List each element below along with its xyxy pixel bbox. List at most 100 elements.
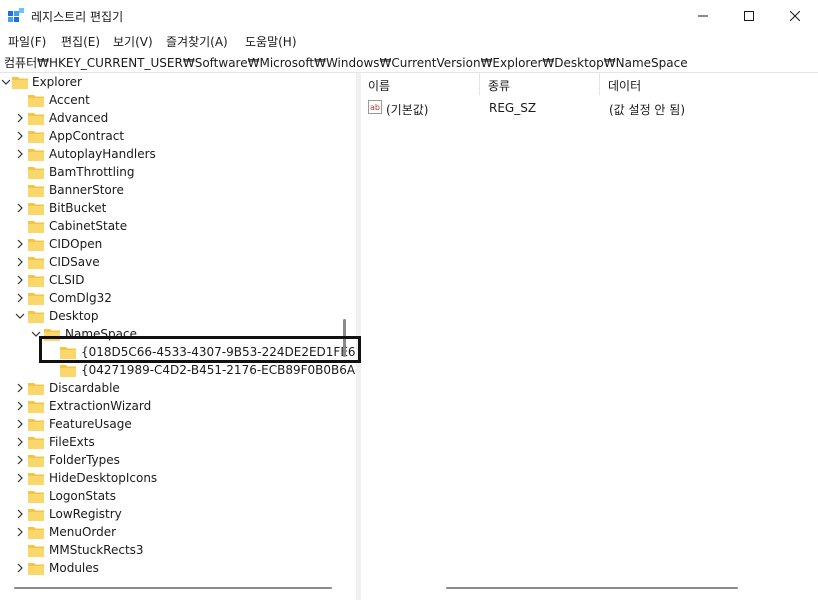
list-horizontal-scrollbar[interactable]: [446, 587, 738, 589]
tree-item-bitbucket[interactable]: BitBucket: [0, 199, 340, 217]
chevron-right-icon[interactable]: [15, 383, 25, 393]
chevron-right-icon[interactable]: [15, 527, 25, 537]
tree-item-logonstats[interactable]: LogonStats: [0, 487, 340, 505]
chevron-right-icon[interactable]: [15, 419, 25, 429]
tree-item-label: CIDOpen: [49, 237, 103, 251]
minimize-button[interactable]: [680, 0, 726, 32]
tree-item-lowregistry[interactable]: LowRegistry: [0, 505, 340, 523]
value-list[interactable]: 이름 종류 데이터 ab (기본값) REG_SZ (값 설정 안 됨): [361, 73, 818, 600]
menu-edit[interactable]: 편집(E): [61, 33, 100, 50]
tree-item-cidopen[interactable]: CIDOpen: [0, 235, 340, 253]
chevron-right-icon[interactable]: [15, 455, 25, 465]
menu-help[interactable]: 도움말(H): [245, 33, 297, 50]
tree-item-fileexts[interactable]: FileExts: [0, 433, 340, 451]
tree-item-cabinetstate[interactable]: CabinetState: [0, 217, 340, 235]
folder-icon: [28, 221, 44, 233]
tree-item-label: CIDSave: [49, 255, 100, 269]
chevron-down-icon[interactable]: [15, 311, 25, 321]
column-header-type[interactable]: 종류: [481, 73, 601, 95]
folder-icon: [28, 185, 44, 197]
tree-item-label: AppContract: [49, 129, 125, 143]
column-divider[interactable]: [599, 73, 600, 95]
folder-icon: [28, 509, 44, 521]
tree-item-label: {04271989-C4D2-B451-2176-ECB89F0B0B6A}: [81, 363, 357, 377]
chevron-right-icon[interactable]: [15, 203, 25, 213]
tree-item-foldertypes[interactable]: FolderTypes: [0, 451, 340, 469]
folder-icon: [28, 293, 44, 305]
folder-icon: [60, 365, 76, 377]
tree-item-label: BitBucket: [49, 201, 107, 215]
folder-icon: [28, 257, 44, 269]
tree-item-appcontract[interactable]: AppContract: [0, 127, 340, 145]
tree-item-discardable[interactable]: Discardable: [0, 379, 340, 397]
tree-item-extractionwizard[interactable]: ExtractionWizard: [0, 397, 340, 415]
tree-item-featureusage[interactable]: FeatureUsage: [0, 415, 340, 433]
tree-item-autoplayhandlers[interactable]: AutoplayHandlers: [0, 145, 340, 163]
chevron-right-icon[interactable]: [15, 275, 25, 285]
folder-icon: [28, 563, 44, 575]
menu-file[interactable]: 파일(F): [8, 33, 46, 50]
tree-item-bannerstore[interactable]: BannerStore: [0, 181, 340, 199]
minimize-icon: [698, 15, 708, 17]
folder-icon: [28, 167, 44, 179]
chevron-right-icon[interactable]: [15, 293, 25, 303]
svg-text:ab: ab: [370, 103, 380, 112]
chevron-right-icon[interactable]: [15, 131, 25, 141]
chevron-down-icon[interactable]: [1, 77, 11, 87]
tree-item-cidsave[interactable]: CIDSave: [0, 253, 340, 271]
chevron-right-icon[interactable]: [15, 509, 25, 519]
tree-item-label: AutoplayHandlers: [49, 147, 156, 161]
maximize-icon: [744, 11, 754, 21]
chevron-right-icon[interactable]: [15, 563, 25, 573]
maximize-button[interactable]: [726, 0, 772, 32]
close-button[interactable]: [772, 0, 818, 32]
tree-item-mmstuckrects3[interactable]: MMStuckRects3: [0, 541, 340, 559]
title-bar: 레지스트리 편집기: [0, 0, 818, 32]
column-header-data[interactable]: 데이터: [601, 73, 801, 95]
tree-item-label: FeatureUsage: [49, 417, 132, 431]
tree-item-label: Accent: [49, 93, 90, 107]
tree-item-advanced[interactable]: Advanced: [0, 109, 340, 127]
chevron-right-icon[interactable]: [15, 239, 25, 249]
folder-icon: [28, 473, 44, 485]
window-title: 레지스트리 편집기: [31, 10, 124, 24]
tree-item-modules[interactable]: Modules: [0, 559, 340, 577]
tree-horizontal-scrollbar[interactable]: [14, 587, 332, 589]
tree-item-label: LowRegistry: [49, 507, 122, 521]
chevron-right-icon[interactable]: [15, 473, 25, 483]
folder-icon: [28, 491, 44, 503]
tree-item-label: CabinetState: [49, 219, 128, 233]
tree-item-explorer[interactable]: Explorer: [0, 73, 340, 91]
chevron-right-icon[interactable]: [15, 113, 25, 123]
tree-item-comdlg32[interactable]: ComDlg32: [0, 289, 340, 307]
menu-favorites[interactable]: 즐겨찾기(A): [166, 33, 228, 50]
tree-item-clsid[interactable]: CLSID: [0, 271, 340, 289]
column-header-label: 종류: [488, 79, 511, 93]
tree-item-accent[interactable]: Accent: [0, 91, 340, 109]
folder-icon: [28, 527, 44, 539]
folder-icon: [28, 545, 44, 557]
folder-icon: [28, 113, 44, 125]
folder-icon: [28, 203, 44, 215]
tree-item-label: BamThrottling: [49, 165, 135, 179]
address-bar[interactable]: 컴퓨터₩HKEY_CURRENT_USER₩Software₩Microsoft…: [0, 52, 818, 73]
tree-item-label: FolderTypes: [49, 453, 120, 467]
tree-item-hidedesktopicons[interactable]: HideDesktopIcons: [0, 469, 340, 487]
column-header-name[interactable]: 이름: [361, 73, 481, 95]
chevron-right-icon[interactable]: [15, 401, 25, 411]
chevron-right-icon[interactable]: [15, 257, 25, 267]
menu-view[interactable]: 보기(V): [113, 33, 153, 50]
tree-item-label: ComDlg32: [49, 291, 112, 305]
tree-item-menuorder[interactable]: MenuOrder: [0, 523, 340, 541]
string-value-icon: ab: [368, 100, 382, 114]
address-path[interactable]: 컴퓨터₩HKEY_CURRENT_USER₩Software₩Microsoft…: [4, 54, 688, 71]
column-divider[interactable]: [479, 73, 480, 95]
chevron-right-icon[interactable]: [15, 437, 25, 447]
registry-editor-app-icon: [8, 8, 24, 22]
tree-item-desktop[interactable]: Desktop: [0, 307, 340, 325]
tree-item-guid-04271989[interactable]: {04271989-C4D2-B451-2176-ECB89F0B0B6A}: [0, 361, 356, 379]
tree-item-label: Explorer: [32, 75, 82, 89]
tree-item-bamthrottling[interactable]: BamThrottling: [0, 163, 340, 181]
chevron-right-icon[interactable]: [15, 149, 25, 159]
tree-item-label: FileExts: [49, 435, 95, 449]
